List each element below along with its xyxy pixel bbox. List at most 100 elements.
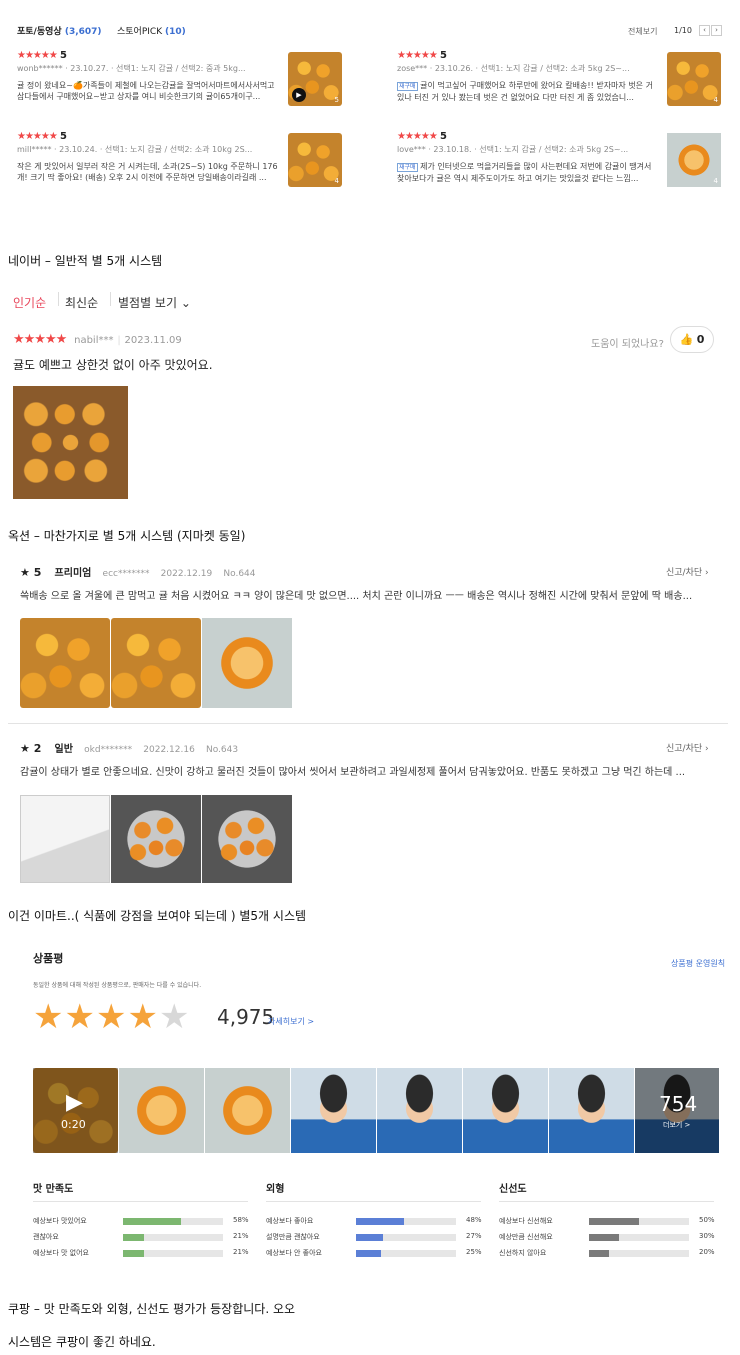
- policy-link[interactable]: 상품평 운영원칙: [671, 958, 725, 969]
- review-photo[interactable]: [463, 1068, 548, 1153]
- review-photo[interactable]: [291, 1068, 376, 1153]
- evaluation-label: 괜찮아요: [33, 1233, 59, 1241]
- chevron-right-icon: ›: [705, 568, 709, 578]
- naver-review-photo[interactable]: [13, 386, 128, 499]
- review-photo[interactable]: [549, 1068, 634, 1153]
- auction-review-text: 감귤이 상태가 별로 안좋으네요. 신맛이 강하고 물러진 것들이 많아서 씻어…: [20, 767, 686, 778]
- more-count: 754: [659, 1092, 698, 1116]
- star-filled-icon: ★: [127, 997, 158, 1037]
- review-user: nabil***: [74, 335, 114, 346]
- rating-stars: ★★★★★: [17, 131, 58, 142]
- review-user: ecc*******: [102, 569, 150, 579]
- tab-photo-count: (3,607): [64, 27, 102, 37]
- gmarket-review-card[interactable]: ★★★★★ 5 wonb****** · 23.10.27. · 선택1: 노지…: [17, 50, 287, 102]
- evaluation-percent: 30%: [699, 1232, 715, 1240]
- rating-score: 5: [60, 131, 67, 142]
- gmarket-review-card[interactable]: ★★★★★ 5 zose*** · 23.10.26. · 선택1: 노지 감귤…: [397, 50, 663, 103]
- auction-review-photo[interactable]: [202, 795, 292, 883]
- next-page-icon[interactable]: ›: [711, 25, 722, 36]
- evaluation-percent: 25%: [466, 1248, 482, 1256]
- video-thumbnail[interactable]: ▶ 0:20: [33, 1068, 118, 1153]
- evaluation-divider: [266, 1201, 481, 1202]
- photo-count-badge: 4: [713, 177, 718, 185]
- repurchase-badge: 재구매: [397, 82, 418, 91]
- review-date: 2023.11.09: [124, 335, 182, 346]
- review-options: 선택1: 노지 감귤 / 선택2: 소과 10kg 2S...: [104, 145, 253, 154]
- rating-score: ★ 2: [20, 742, 42, 755]
- tab-pick-label: 스토어PICK: [117, 27, 163, 37]
- review-options: 선택1: 노지 감귤 / 선택2: 중과 5kg...: [116, 64, 246, 73]
- evaluation-percent: 21%: [233, 1232, 249, 1240]
- review-text: 귤이 먹고싶어 구매했어요 하루만에 왔어요 칼배송!! 받자마자 벗은 거 있…: [397, 81, 653, 102]
- star-empty-icon: ★: [158, 997, 190, 1037]
- evaluation-title: 외형: [266, 1184, 285, 1195]
- evaluation-label: 예상보다 좋아요: [266, 1217, 314, 1225]
- evaluation-label: 설명만큼 괜찮아요: [266, 1233, 320, 1241]
- auction-review-photo[interactable]: [20, 618, 110, 708]
- view-all-link[interactable]: 전체보기: [628, 26, 657, 37]
- report-block-link[interactable]: 신고/차단 ›: [666, 741, 709, 754]
- auction-review-photo[interactable]: [111, 618, 201, 708]
- evaluation-percent: 21%: [233, 1248, 249, 1256]
- star-filled-icon: ★: [64, 997, 95, 1037]
- play-icon[interactable]: ▶: [292, 88, 306, 102]
- evaluation-title: 신선도: [499, 1184, 527, 1195]
- evaluation-label: 예상보다 안 좋아요: [266, 1249, 322, 1257]
- review-text: 작은 게 맛있어서 일부러 작은 거 시켜는데, 소과(2S~S) 10kg 주…: [17, 162, 278, 182]
- prev-page-icon[interactable]: ‹: [699, 25, 710, 36]
- evaluation-bar-fill: [123, 1234, 144, 1241]
- star-filled-icon: ★: [33, 997, 64, 1037]
- review-options: 선택1: 노지 감귤 / 선택2: 소과 5kg 2S~...: [480, 64, 630, 73]
- rating-stars: ★★★★★: [397, 50, 438, 61]
- tab-store-pick[interactable]: 스토어PICK (10): [117, 24, 186, 37]
- review-user: wonb******: [17, 64, 63, 73]
- auction-review-header: ★ 5 프리미엄 ecc******* 2022.12.19 No.644: [20, 564, 718, 579]
- evaluation-bar-fill: [589, 1218, 639, 1225]
- review-photo[interactable]: 4: [288, 133, 342, 187]
- section-desc: 동일한 상품에 대해 작성된 상품평으로, 판매자는 다를 수 있습니다.: [33, 982, 202, 989]
- more-label: 더보기 >: [663, 1121, 691, 1129]
- auction-review-photo[interactable]: [111, 795, 201, 883]
- star-filled-icon: ★: [95, 997, 127, 1037]
- caption-auction: 옥션 – 마찬가지로 별 5개 시스템 (지마켓 동일): [8, 529, 246, 543]
- photo-count-badge: 4: [713, 96, 718, 104]
- sort-recent[interactable]: 최신순: [65, 294, 98, 311]
- review-photo[interactable]: [377, 1068, 462, 1153]
- review-date: 23.10.24.: [59, 145, 98, 154]
- gmarket-review-card[interactable]: ★★★★★ 5 love*** · 23.10.18. · 선택1: 노지 감귤…: [397, 131, 663, 184]
- evaluation-percent: 48%: [466, 1216, 482, 1224]
- play-icon[interactable]: ▶: [66, 1090, 83, 1115]
- review-number: No.644: [223, 569, 256, 579]
- review-photo[interactable]: [205, 1068, 290, 1153]
- report-block-link[interactable]: 신고/차단 ›: [666, 565, 709, 578]
- rating-score: 5: [60, 50, 67, 61]
- review-user: mill*****: [17, 145, 52, 154]
- helpful-button[interactable]: 👍 0: [670, 326, 714, 353]
- evaluation-label: 예상보다 맛있어요: [33, 1217, 87, 1225]
- review-grade: 프리미엄: [54, 568, 92, 579]
- photo-count-badge: 5: [334, 96, 339, 104]
- review-photo[interactable]: [119, 1068, 204, 1153]
- sort-rating-label: 별점별 보기: [118, 296, 178, 310]
- auction-review-photo[interactable]: [20, 795, 110, 883]
- rating-stars: ★★★★★: [17, 50, 58, 61]
- sort-divider: [58, 292, 59, 306]
- sort-popular[interactable]: 인기순: [13, 294, 46, 311]
- auction-review-photo[interactable]: [202, 618, 292, 708]
- review-divider: [8, 723, 728, 724]
- tab-photo-video[interactable]: 포토/동영상 (3,607): [17, 24, 102, 37]
- more-photos-button[interactable]: 754 더보기 >: [635, 1068, 719, 1153]
- review-text: 제가 인터넷으로 먹을거리들을 많이 사는편데요 저번에 감귤이 땡겨서 찾아보…: [397, 162, 652, 183]
- sort-rating-dropdown[interactable]: 별점별 보기 ⌄: [118, 294, 191, 311]
- sort-divider: [110, 292, 111, 306]
- auction-review-header: ★ 2 일반 okd******* 2022.12.16 No.643: [20, 740, 718, 755]
- review-photo[interactable]: 4: [667, 133, 721, 187]
- evaluation-bar-fill: [356, 1234, 383, 1241]
- helpful-question: 도움이 되었나요?: [591, 339, 664, 350]
- gmarket-review-card[interactable]: ★★★★★ 5 mill***** · 23.10.24. · 선택1: 노지 …: [17, 131, 287, 183]
- review-photo[interactable]: ▶ 5: [288, 52, 342, 106]
- review-photo[interactable]: 4: [667, 52, 721, 106]
- detail-link[interactable]: 자세히보기 >: [268, 1016, 314, 1027]
- evaluation-label: 신선하지 않아요: [499, 1249, 547, 1257]
- evaluation-bar-fill: [589, 1250, 609, 1257]
